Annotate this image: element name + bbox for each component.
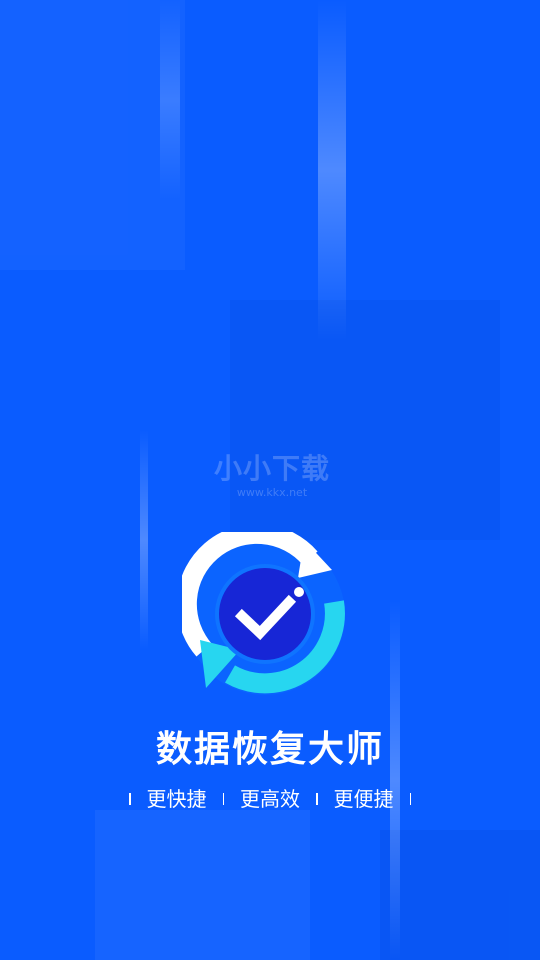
background-panel (95, 810, 310, 960)
slogan-item: 更快捷 (146, 787, 207, 811)
light-beam (318, 0, 346, 340)
slogan-divider (129, 793, 131, 805)
watermark-title: 小小下载 (213, 452, 330, 485)
watermark-url: www.kkx.net (236, 486, 308, 499)
recover-check-icon (182, 532, 345, 695)
slogan-divider (316, 793, 318, 805)
background-panel (230, 300, 500, 540)
light-beam (390, 600, 400, 960)
light-beam (140, 430, 148, 650)
slogan-item: 更高效 (240, 787, 300, 811)
background-panel (0, 0, 185, 270)
watermark: 小小下载 www.kkx.net (212, 452, 332, 500)
splash-screen: 小小下载 www.kkx.net 数据恢复大师 更快捷 更高效 更便捷 (0, 0, 540, 960)
light-beam (160, 0, 180, 200)
slogan-divider (222, 793, 224, 805)
slogan-divider (409, 793, 411, 805)
slogan-item: 更便捷 (333, 787, 394, 811)
app-title: 数据恢复大师 (155, 728, 384, 770)
slogan-bar: 更快捷 更高效 更便捷 (0, 784, 540, 814)
background-panel (380, 830, 540, 960)
